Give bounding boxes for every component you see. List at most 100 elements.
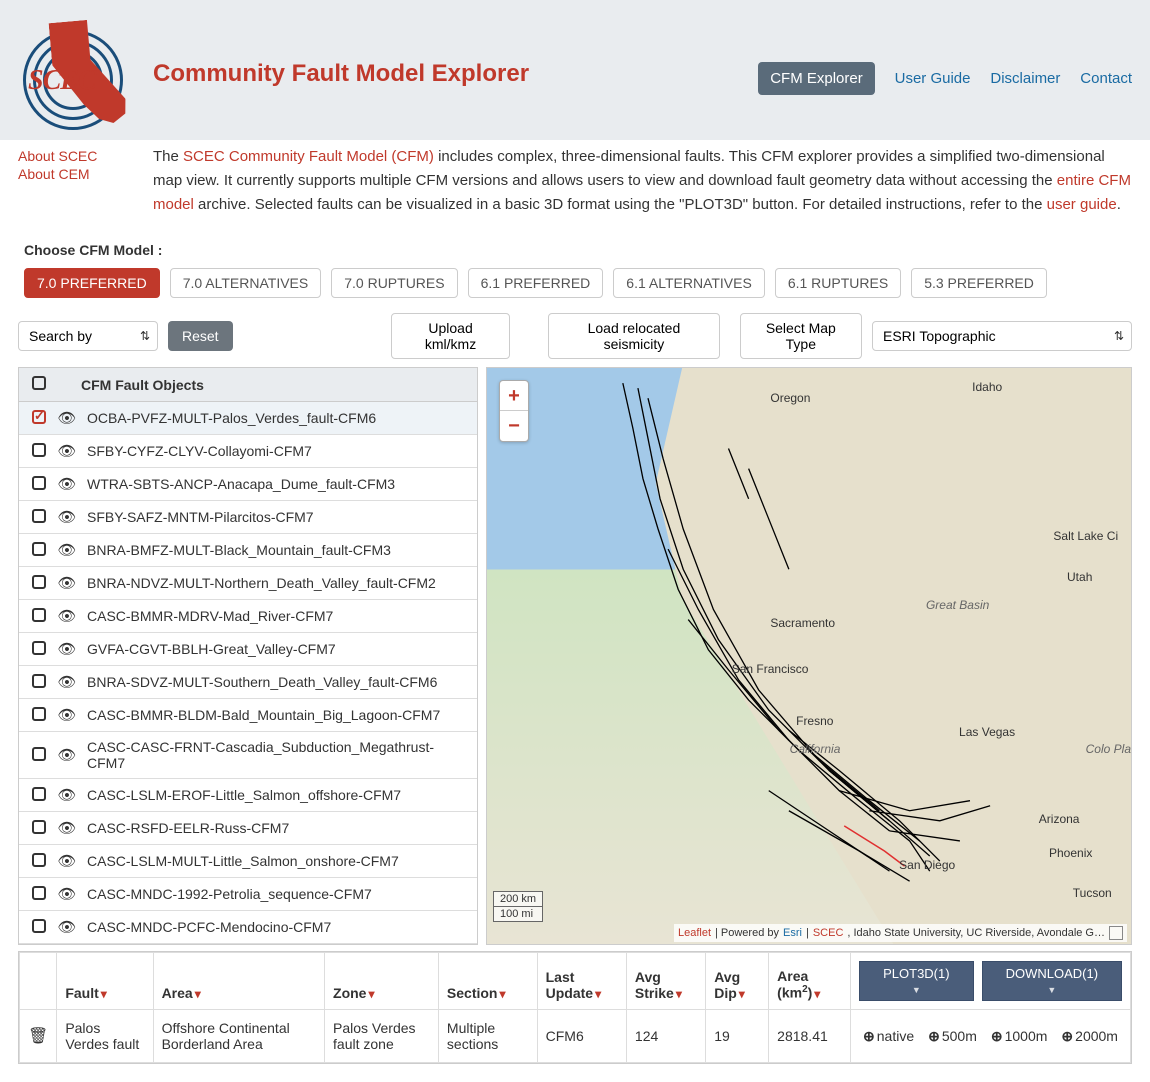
fault-list-row[interactable]: 👁CASC-LSLM-EROF-Little_Salmon_offshore-C…: [19, 779, 477, 812]
fault-name-label: CASC-BMMR-MDRV-Mad_River-CFM7: [81, 608, 471, 624]
fault-name-label: CASC-BMMR-BLDM-Bald_Mountain_Big_Lagoon-…: [81, 707, 471, 723]
fault-list-row[interactable]: 👁 CASC-BMMR-BLDM-Bald_Mountain_Big_Lagoon…: [19, 699, 477, 732]
nav-disclaimer[interactable]: Disclaimer: [990, 70, 1060, 87]
eye-icon[interactable]: 👁: [57, 853, 76, 870]
trash-icon[interactable]: 🗑: [28, 1028, 48, 1045]
eye-icon[interactable]: 👁: [57, 410, 76, 427]
about-cem-link[interactable]: About CEM: [18, 166, 153, 182]
fault-list-row[interactable]: 👁OCBA-PVFZ-MULT-Palos_Verdes_fault-CFM6: [19, 402, 477, 435]
eye-icon[interactable]: 👁: [57, 608, 76, 625]
fault-checkbox[interactable]: [32, 443, 46, 457]
leaflet-link[interactable]: Leaflet: [678, 927, 711, 939]
detail-row: 🗑 Palos Verdes fault Offshore Continenta…: [20, 1010, 1131, 1063]
fault-checkbox[interactable]: [32, 476, 46, 490]
col-avg-dip[interactable]: Avg Dip▾: [706, 953, 769, 1010]
col-section[interactable]: Section▾: [438, 953, 537, 1010]
scec-link[interactable]: SCEC: [813, 927, 844, 939]
about-scec-link[interactable]: About SCEC: [18, 148, 153, 164]
map-state-arizona: Arizona: [1039, 812, 1080, 826]
col-area-km2[interactable]: Area (km2)▾: [769, 953, 851, 1010]
eye-icon[interactable]: 👁: [57, 575, 76, 592]
fault-name-label: CASC-MNDC-1992-Petrolia_sequence-CFM7: [81, 886, 471, 902]
col-zone[interactable]: Zone▾: [325, 953, 439, 1010]
eye-icon[interactable]: 👁: [57, 886, 76, 903]
eye-icon[interactable]: 👁: [57, 542, 76, 559]
download-500m[interactable]: 500m: [928, 1028, 977, 1045]
col-last-update[interactable]: Last Update▾: [537, 953, 626, 1010]
col-area[interactable]: Area▾: [153, 953, 324, 1010]
eye-icon[interactable]: 👁: [57, 674, 76, 691]
fault-list-row[interactable]: 👁SFBY-CYFZ-CLYV-Collayomi-CFM7: [19, 435, 477, 468]
fault-checkbox[interactable]: [32, 747, 46, 761]
fault-list-row[interactable]: 👁 CASC-BMMR-MDRV-Mad_River-CFM7: [19, 600, 477, 633]
fault-list-row[interactable]: 👁WTRA-SBTS-ANCP-Anacapa_Dume_fault-CFM3: [19, 468, 477, 501]
eye-icon[interactable]: 👁: [57, 820, 76, 837]
model-option-2[interactable]: 7.0 RUPTURES: [331, 268, 457, 298]
fault-checkbox[interactable]: [32, 707, 46, 721]
fault-checkbox[interactable]: [32, 575, 46, 589]
fault-checkbox[interactable]: [32, 886, 46, 900]
eye-icon[interactable]: 👁: [57, 509, 76, 526]
fault-checkbox[interactable]: [32, 787, 46, 801]
reset-button[interactable]: Reset: [168, 321, 233, 351]
col-avg-strike[interactable]: Avg Strike▾: [626, 953, 705, 1010]
fault-list-row[interactable]: 👁CASC-MNDC-PCFC-Mendocino-CFM7: [19, 911, 477, 944]
esri-link[interactable]: Esri: [783, 927, 802, 939]
fault-checkbox[interactable]: [32, 674, 46, 688]
download-2000m[interactable]: 2000m: [1061, 1028, 1118, 1045]
download-1000m[interactable]: 1000m: [991, 1028, 1048, 1045]
model-option-5[interactable]: 6.1 RUPTURES: [775, 268, 901, 298]
fault-checkbox[interactable]: [32, 608, 46, 622]
search-by-select[interactable]: Search by: [18, 321, 158, 351]
fault-list-row[interactable]: 👁CASC-RSFD-EELR-Russ-CFM7: [19, 812, 477, 845]
fault-list-row[interactable]: 👁CASC-LSLM-MULT-Little_Salmon_onshore-CF…: [19, 845, 477, 878]
fault-list-row[interactable]: 👁BNRA-NDVZ-MULT-Northern_Death_Valley_fa…: [19, 567, 477, 600]
fault-list-row[interactable]: 👁CASC-CASC-FRNT-Cascadia_Subduction_Mega…: [19, 732, 477, 779]
map-label-colo: Colo Pla: [1086, 742, 1131, 756]
nav-contact[interactable]: Contact: [1080, 70, 1132, 87]
model-option-3[interactable]: 6.1 PREFERRED: [468, 268, 604, 298]
fullscreen-icon[interactable]: [1109, 926, 1123, 940]
map-viewport[interactable]: Oregon Idaho Utah Salt Lake Ci Great Bas…: [486, 367, 1132, 945]
eye-icon[interactable]: 👁: [57, 476, 76, 493]
map-state-idaho: Idaho: [972, 380, 1002, 394]
fault-list-row[interactable]: 👁GVFA-CGVT-BBLH-Great_Valley-CFM7: [19, 633, 477, 666]
fault-list-row[interactable]: 👁BNRA-SDVZ-MULT-Southern_Death_Valley_fa…: [19, 666, 477, 699]
load-seismicity-button[interactable]: Load relocated seismicity: [548, 313, 720, 359]
model-option-4[interactable]: 6.1 ALTERNATIVES: [613, 268, 765, 298]
fault-checkbox[interactable]: [32, 919, 46, 933]
fault-list-row[interactable]: 👁BNRA-BMFZ-MULT-Black_Mountain_fault-CFM…: [19, 534, 477, 567]
eye-icon[interactable]: 👁: [57, 787, 76, 804]
fault-checkbox[interactable]: [32, 820, 46, 834]
fault-list-row[interactable]: 👁SFBY-SAFZ-MNTM-Pilarcitos-CFM7: [19, 501, 477, 534]
map-attribution: Leaflet | Powered by Esri | SCEC , Idaho…: [674, 924, 1127, 942]
eye-icon[interactable]: 👁: [57, 443, 76, 460]
fault-checkbox[interactable]: [32, 410, 46, 424]
user-guide-link[interactable]: user guide: [1047, 196, 1117, 213]
fault-list-row[interactable]: 👁 CASC-MNDC-1992-Petrolia_sequence-CFM7: [19, 878, 477, 911]
plot3d-button[interactable]: PLOT3D(1): [859, 961, 974, 1001]
model-option-6[interactable]: 5.3 PREFERRED: [911, 268, 1047, 298]
model-option-0[interactable]: 7.0 PREFERRED: [24, 268, 160, 298]
eye-icon[interactable]: 👁: [57, 641, 76, 658]
fault-checkbox[interactable]: [32, 641, 46, 655]
eye-icon[interactable]: 👁: [57, 707, 76, 724]
select-all-checkbox[interactable]: [32, 376, 46, 390]
download-native[interactable]: native: [863, 1028, 914, 1045]
upload-kml-button[interactable]: Upload kml/kmz: [391, 313, 509, 359]
map-basemap-select[interactable]: ESRI Topographic: [872, 321, 1132, 351]
nav-user-guide[interactable]: User Guide: [895, 70, 971, 87]
nav-cfm-explorer[interactable]: CFM Explorer: [758, 62, 875, 95]
zoom-in-button[interactable]: +: [500, 381, 528, 411]
col-fault[interactable]: Fault▾: [57, 953, 153, 1010]
fault-checkbox[interactable]: [32, 509, 46, 523]
eye-icon[interactable]: 👁: [57, 919, 76, 936]
zoom-out-button[interactable]: −: [500, 411, 528, 441]
eye-icon[interactable]: 👁: [57, 747, 76, 764]
model-option-1[interactable]: 7.0 ALTERNATIVES: [170, 268, 322, 298]
cfm-link[interactable]: SCEC Community Fault Model (CFM): [183, 148, 434, 165]
select-map-type-button[interactable]: Select Map Type: [740, 313, 862, 359]
fault-checkbox[interactable]: [32, 853, 46, 867]
fault-checkbox[interactable]: [32, 542, 46, 556]
download-button[interactable]: DOWNLOAD(1): [982, 961, 1122, 1001]
